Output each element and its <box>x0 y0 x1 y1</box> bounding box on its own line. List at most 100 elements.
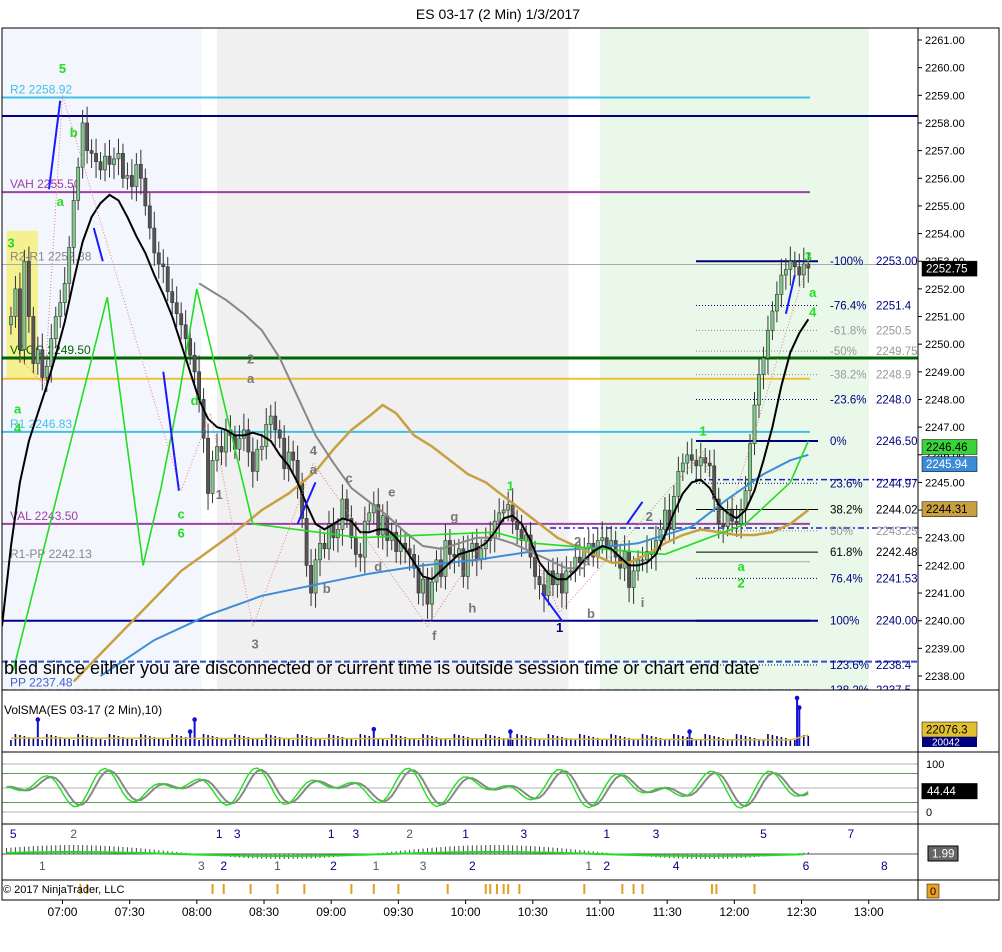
bottom-marker-20 <box>641 884 644 894</box>
wave-top-label-1: 2 <box>70 827 77 841</box>
y-tick-label-5: 2256.00 <box>925 173 965 185</box>
fib-price-6: 2246.50 <box>876 436 918 448</box>
wave-top-label-3: 3 <box>234 827 241 841</box>
candle-body-22 <box>107 155 112 165</box>
wave-label-13: a <box>310 462 318 477</box>
candle-body-9 <box>49 338 54 367</box>
y-tick-label-4: 2257.00 <box>925 146 965 158</box>
candle-body-171 <box>775 294 779 312</box>
candle-body-96 <box>439 559 443 577</box>
wave-label-25: b <box>587 606 595 621</box>
fib-label-6: 0% <box>830 436 847 448</box>
y-tick-label-3: 2258.00 <box>925 118 965 130</box>
candle-body-17 <box>85 122 90 151</box>
candle-body-146 <box>663 509 667 530</box>
x-tick-label-8: 11:00 <box>585 905 614 919</box>
candle-body-176 <box>797 266 802 276</box>
wave-label-12: 4 <box>310 443 318 458</box>
bottom-tag-label: 0 <box>930 886 936 898</box>
wave-label-24: a <box>583 553 591 568</box>
wave-bottom-label-0: 1 <box>39 859 46 873</box>
fib-label-4: -38.2% <box>830 370 866 382</box>
bottom-marker-4 <box>249 884 252 894</box>
wave-label-33: a <box>809 285 817 300</box>
candle-body-48 <box>224 429 228 453</box>
y-tick-label-13: 2248.00 <box>925 394 965 406</box>
bottom-marker-16 <box>518 884 521 894</box>
wave-bottom-label-9: 2 <box>603 859 610 873</box>
volume-spike-dot-3 <box>371 726 377 732</box>
wave-label-10: a <box>247 371 255 386</box>
candle-body-56 <box>259 446 264 450</box>
candle-body-113 <box>515 520 520 530</box>
candle-body-145 <box>658 529 663 541</box>
candle-body-27 <box>129 175 134 187</box>
candle-body-13 <box>67 247 72 284</box>
candle-body-6 <box>35 349 40 364</box>
y-tick-label-19: 2242.00 <box>925 560 965 572</box>
bottom-marker-2 <box>211 884 214 894</box>
candle-body-1 <box>13 288 18 317</box>
level-label-8: R1-PP 2242.13 <box>10 547 92 561</box>
wave-label-11: 1 <box>216 487 223 502</box>
candle-body-86 <box>394 531 399 552</box>
candle-body-60 <box>277 429 282 439</box>
wave-label-15: e <box>388 484 395 499</box>
stoch-tag-label: 44.44 <box>927 786 956 798</box>
wave-top-label-7: 1 <box>462 827 469 841</box>
candle-body-0 <box>9 316 13 326</box>
candle-body-10 <box>53 316 58 339</box>
y-tick-label-9: 2252.00 <box>925 284 965 296</box>
y-tick-label-10: 2251.00 <box>925 312 965 324</box>
volume-spike-dot-1 <box>187 729 193 734</box>
wave-label-23: 2 <box>574 534 581 549</box>
candle-body-127 <box>577 556 582 563</box>
bottom-marker-13 <box>495 884 498 894</box>
fib-price-10: 2242.48 <box>876 547 918 559</box>
x-tick-label-4: 09:00 <box>316 905 346 919</box>
candle-body-35 <box>165 266 170 292</box>
candle-body-29 <box>138 164 143 179</box>
candle-body-40 <box>188 338 193 356</box>
candle-body-34 <box>161 263 166 268</box>
candle-body-124 <box>564 570 569 594</box>
candle-body-37 <box>174 302 179 315</box>
wave-bottom-label-11: 6 <box>803 859 810 873</box>
fib-label-10: 61.8% <box>830 547 863 559</box>
bottom-marker-23 <box>753 884 756 894</box>
bottom-marker-14 <box>502 884 505 894</box>
fib-label-13: 123.6% <box>830 660 869 672</box>
candle-body-154 <box>698 457 703 467</box>
price-tag-label-1: 2246.46 <box>926 442 968 454</box>
candle-body-169 <box>766 330 770 359</box>
fib-price-4: 2248.9 <box>876 370 911 382</box>
candle-body-44 <box>206 437 210 494</box>
wave-label-32: 3 <box>805 249 812 264</box>
candle-body-174 <box>788 260 793 270</box>
candle-body-24 <box>116 153 121 160</box>
candle-body-20 <box>98 161 103 171</box>
candle-body-150 <box>680 462 685 472</box>
wave-label-28: i <box>641 595 645 610</box>
wave-label-3: 3 <box>7 235 14 250</box>
x-tick-label-12: 13:00 <box>854 905 884 919</box>
volume-tag-label: 22076.3 <box>926 725 968 737</box>
bottom-marker-22 <box>715 884 718 894</box>
candle-body-173 <box>783 269 788 276</box>
wave-label-34: 4 <box>809 305 817 320</box>
candle-body-167 <box>757 374 761 406</box>
price-panel[interactable]: 2261.00 2260.00 2259.00 2258.00 2257.00 2256.… <box>2 28 978 697</box>
candle-body-118 <box>537 576 542 586</box>
wave-label-4: a <box>14 401 22 416</box>
x-tick-label-6: 10:00 <box>451 905 481 919</box>
y-tick-label-0: 2261.00 <box>925 35 965 47</box>
wave-label-21: 3 <box>251 636 258 651</box>
candle-body-16 <box>80 122 85 168</box>
volume-spike-dot-5 <box>687 729 692 734</box>
candle-body-45 <box>210 460 215 494</box>
candle-body-139 <box>631 570 636 588</box>
candle-body-80 <box>367 512 372 522</box>
candle-body-57 <box>264 424 269 447</box>
candle-body-78 <box>358 554 363 558</box>
x-tick-label-5: 09:30 <box>383 905 413 919</box>
